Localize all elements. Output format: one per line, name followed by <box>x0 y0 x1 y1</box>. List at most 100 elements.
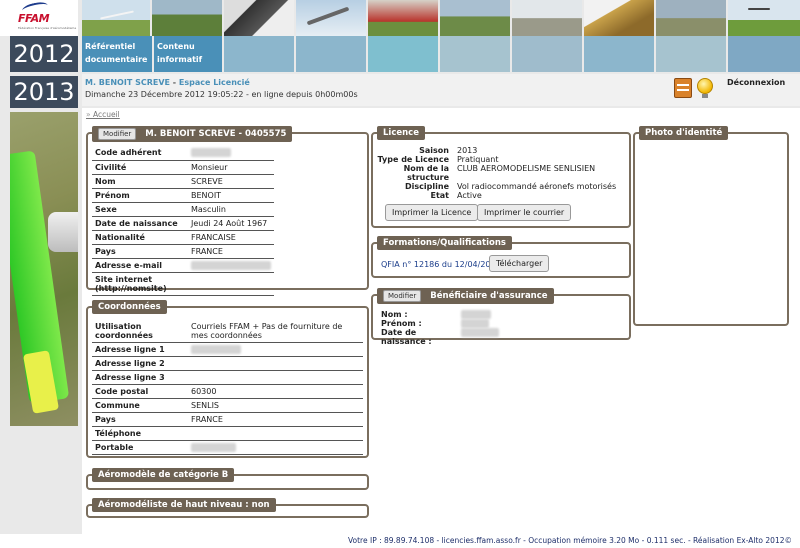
table-row: Adresse e-mail <box>92 258 274 273</box>
nav-referentiel[interactable]: Référentiel documentaire <box>82 36 152 72</box>
row-value: FRANCE <box>188 244 274 259</box>
table-row: Portable <box>92 440 363 455</box>
beneficiary-modify-button[interactable]: Modifier <box>383 290 422 302</box>
category-b-panel: Aéromodèle de catégorie B <box>86 468 369 490</box>
row-key: Adresse ligne 3 <box>92 370 188 385</box>
table-row: Téléphone <box>92 426 363 441</box>
main-navigation: Référentiel documentaire Contenu informa… <box>82 36 800 72</box>
header-photo-cockpit <box>584 0 654 36</box>
row-value <box>188 272 274 296</box>
beneficiary-panel: Modifier Bénéficiaire d'assurance Nom :P… <box>371 288 631 346</box>
identity-panel: Modifier M. BENOIT SCREVE - 0405575 Code… <box>86 126 369 296</box>
licence-row: Type de Licence Pratiquant <box>377 155 627 164</box>
identity-table: Code adhérent Civilité Monsieur Nom SCREVE Pr… <box>92 146 274 296</box>
lightbulb-base-icon <box>702 94 708 98</box>
licence-details: Saison 2013 Type de Licence Pratiquant Nom d… <box>377 146 627 200</box>
nav-empty-3[interactable] <box>224 36 294 72</box>
photo-legend: Photo d'identité <box>639 126 729 140</box>
identity-title: M. BENOIT SCREVE - 0405575 <box>145 129 287 139</box>
row-value <box>188 342 363 357</box>
table-row: Site internet (http://nomsite) <box>92 272 274 296</box>
beneficiary-legend: Modifier Bénéficiaire d'assurance <box>377 288 554 304</box>
licence-row: Saison 2013 <box>377 146 627 155</box>
table-row: Sexe Masculin <box>92 202 274 217</box>
logout-link[interactable]: Déconnexion <box>727 78 785 87</box>
category-b-legend[interactable]: Aéromodèle de catégorie B <box>92 468 235 482</box>
print-mail-button[interactable]: Imprimer le courrier <box>477 204 572 221</box>
beneficiary-key: Date de naissance : <box>381 328 432 346</box>
row-value <box>188 440 363 455</box>
row-key: Nationalité <box>92 230 188 245</box>
mailbox-icon[interactable] <box>674 78 692 98</box>
row-key: Site internet (http://nomsite) <box>92 272 188 296</box>
beneficiary-key: Nom : <box>381 310 408 319</box>
licence-value: 2013 <box>457 146 478 155</box>
redacted-value <box>461 310 491 319</box>
licence-value: Vol radiocommandé aéronefs motorisés <box>457 182 617 191</box>
high-level-panel: Aéromodéliste de haut niveau : non <box>86 498 369 518</box>
header-photo-biplane <box>368 0 438 36</box>
row-key: Code postal <box>92 384 188 399</box>
nav-empty-8[interactable] <box>584 36 654 72</box>
row-value: Courriels FFAM + Pas de fourniture de me… <box>188 320 363 343</box>
row-key: Pays <box>92 412 188 427</box>
row-key: Utilisation coordonnées <box>92 320 188 343</box>
coordinates-legend: Coordonnées <box>92 300 167 314</box>
side-photo-fuselage <box>48 212 78 252</box>
identity-legend: Modifier M. BENOIT SCREVE - 0405575 <box>92 126 293 142</box>
main-content: Accueil Modifier M. BENOIT SCREVE - 0405… <box>82 108 800 534</box>
licence-value: Pratiquant <box>457 155 499 164</box>
year-current[interactable]: 2013 <box>10 76 78 108</box>
beneficiary-details: Nom : Prénom : Date de naissance : <box>381 310 499 346</box>
breadcrumb-home[interactable]: Accueil <box>86 110 120 119</box>
licence-key: Type de Licence <box>377 155 449 164</box>
row-value: Masculin <box>188 202 274 217</box>
licence-key: Etat <box>430 191 449 200</box>
header-photo-propeller <box>224 0 294 36</box>
qfia-link[interactable]: QFIA n° 12186 du 12/04/2011 <box>381 260 501 269</box>
table-row: Nom SCREVE <box>92 174 274 189</box>
redacted-value <box>461 328 499 337</box>
row-value: SCREVE <box>188 174 274 189</box>
nav-empty-10[interactable] <box>728 36 800 72</box>
row-value: FRANCE <box>188 412 363 427</box>
licence-row: Etat Active <box>377 191 627 200</box>
licence-row: Discipline Vol radiocommandé aéronefs mot… <box>377 182 627 191</box>
header-photo-wing <box>656 0 726 36</box>
beneficiary-key: Prénom : <box>381 319 422 328</box>
user-name: M. BENOIT SCREVE <box>85 78 170 87</box>
space-label: Espace Licencié <box>178 78 250 87</box>
row-value: Monsieur <box>188 160 274 175</box>
table-row: Code postal 60300 <box>92 384 363 399</box>
high-level-legend[interactable]: Aéromodéliste de haut niveau : non <box>92 498 276 512</box>
print-licence-button[interactable]: Imprimer la Licence <box>385 204 479 221</box>
row-value: FRANCAISE <box>188 230 274 245</box>
row-value: Jeudi 24 Août 1967 <box>188 216 274 231</box>
table-row: Adresse ligne 3 <box>92 370 363 385</box>
identity-modify-button[interactable]: Modifier <box>98 128 137 140</box>
nav-empty-7[interactable] <box>512 36 582 72</box>
year-previous[interactable]: 2012 <box>10 36 78 72</box>
beneficiary-title: Bénéficiaire d'assurance <box>430 291 548 301</box>
row-value <box>188 356 363 371</box>
row-key: Nom <box>92 174 188 189</box>
licence-key: Discipline <box>405 182 449 191</box>
licence-value: Active <box>457 191 482 200</box>
nav-empty-6[interactable] <box>440 36 510 72</box>
header-photo-model <box>512 0 582 36</box>
download-button[interactable]: Télécharger <box>489 255 550 272</box>
nav-empty-9[interactable] <box>656 36 726 72</box>
row-key: Portable <box>92 440 188 455</box>
row-key: Adresse e-mail <box>92 258 188 273</box>
row-key: Civilité <box>92 160 188 175</box>
nav-contenu[interactable]: Contenu informatif <box>154 36 222 72</box>
footer: Votre IP : 89.89.74.108 - licencies.ffam… <box>0 534 800 548</box>
nav-empty-4[interactable] <box>296 36 366 72</box>
row-key: Commune <box>92 398 188 413</box>
logo-text: FFAM <box>18 12 50 25</box>
ffam-logo[interactable]: FFAM Fédération Française d'Aéromodélism… <box>0 0 78 36</box>
formations-legend: Formations/Qualifications <box>377 236 512 250</box>
row-value: SENLIS <box>188 398 363 413</box>
nav-empty-5[interactable] <box>368 36 438 72</box>
lightbulb-icon[interactable] <box>697 78 713 94</box>
